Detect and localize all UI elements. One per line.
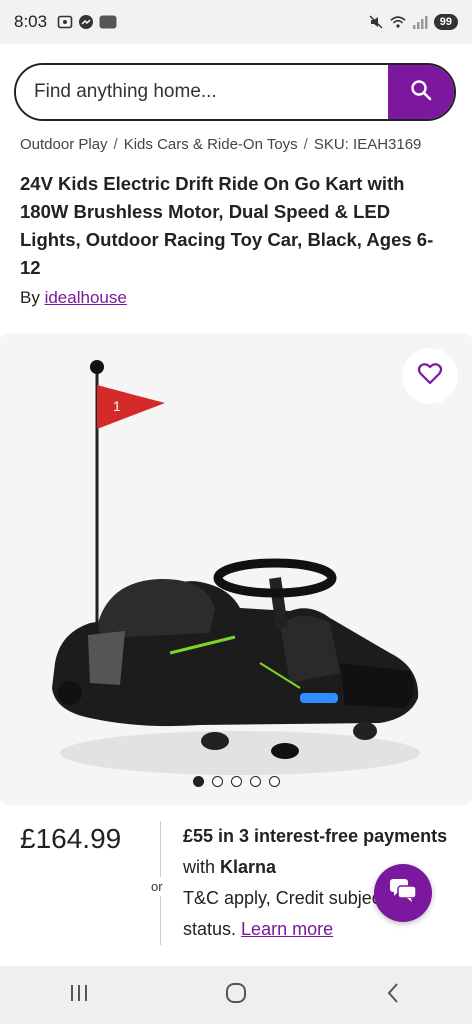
heart-icon: [417, 362, 443, 391]
seller-line: By idealhouse: [20, 288, 127, 308]
flag-number: 1: [113, 398, 121, 414]
wifi-icon: [390, 14, 406, 30]
product-image: 1: [52, 360, 420, 775]
chat-button[interactable]: [374, 864, 432, 922]
status-system-icons: 99: [368, 14, 458, 30]
status-time: 8:03: [14, 12, 48, 31]
product-title: 24V Kids Electric Drift Ride On Go Kart …: [20, 173, 434, 278]
carousel-dot[interactable]: [230, 776, 242, 787]
recent-apps-icon: [68, 983, 90, 1008]
back-button[interactable]: [363, 975, 423, 1015]
system-navigation-bar: [0, 966, 472, 1024]
breadcrumb-separator: /: [303, 136, 308, 153]
home-icon: [224, 981, 248, 1010]
breadcrumb-item-outdoor-play[interactable]: Outdoor Play: [20, 136, 108, 153]
recent-apps-button[interactable]: [49, 975, 109, 1015]
status-bar: 8:03 99: [0, 0, 472, 44]
carousel-dot[interactable]: [211, 776, 223, 787]
by-label: By: [20, 288, 40, 307]
breadcrumb: Outdoor Play / Kids Cars & Ride-On Toys / SK…: [20, 136, 462, 153]
klarna-with: with: [183, 857, 221, 877]
carousel-dot[interactable]: [249, 776, 261, 787]
carousel-pagination: [0, 776, 472, 787]
product-image-carousel[interactable]: 1: [0, 333, 472, 805]
product-price: £164.99: [20, 823, 122, 854]
back-icon: [385, 982, 401, 1009]
breadcrumb-item-kids-cars[interactable]: Kids Cars & Ride-On Toys: [124, 136, 298, 153]
breadcrumb-separator: /: [113, 136, 118, 153]
carousel-dot[interactable]: [268, 776, 280, 787]
search-input[interactable]: [16, 65, 388, 119]
breadcrumb-sku: SKU: IEAH3169: [313, 136, 422, 153]
search-button[interactable]: [388, 65, 454, 119]
klarna-logo: Klarna: [220, 857, 277, 877]
seller-link[interactable]: idealhouse: [45, 288, 127, 307]
status-notification-icons: [57, 14, 117, 30]
or-label: or: [151, 877, 163, 896]
carousel-dot[interactable]: [192, 776, 204, 787]
klarna-offer: £55 in 3 interest-free payments: [183, 826, 448, 846]
search-icon: [410, 79, 432, 106]
search-bar: [14, 63, 456, 121]
flag-shape: [97, 385, 165, 429]
messenger-icon: [78, 14, 94, 30]
home-button[interactable]: [206, 975, 266, 1015]
chat-icon: [389, 878, 417, 909]
learn-more-link[interactable]: Learn more: [241, 919, 333, 939]
mute-icon: [368, 14, 384, 30]
signal-icon: [412, 14, 428, 30]
screenshot-icon: [57, 14, 73, 30]
ring-app-icon: [99, 14, 117, 30]
battery-indicator: 99: [433, 14, 458, 30]
favorite-button[interactable]: [402, 348, 458, 404]
